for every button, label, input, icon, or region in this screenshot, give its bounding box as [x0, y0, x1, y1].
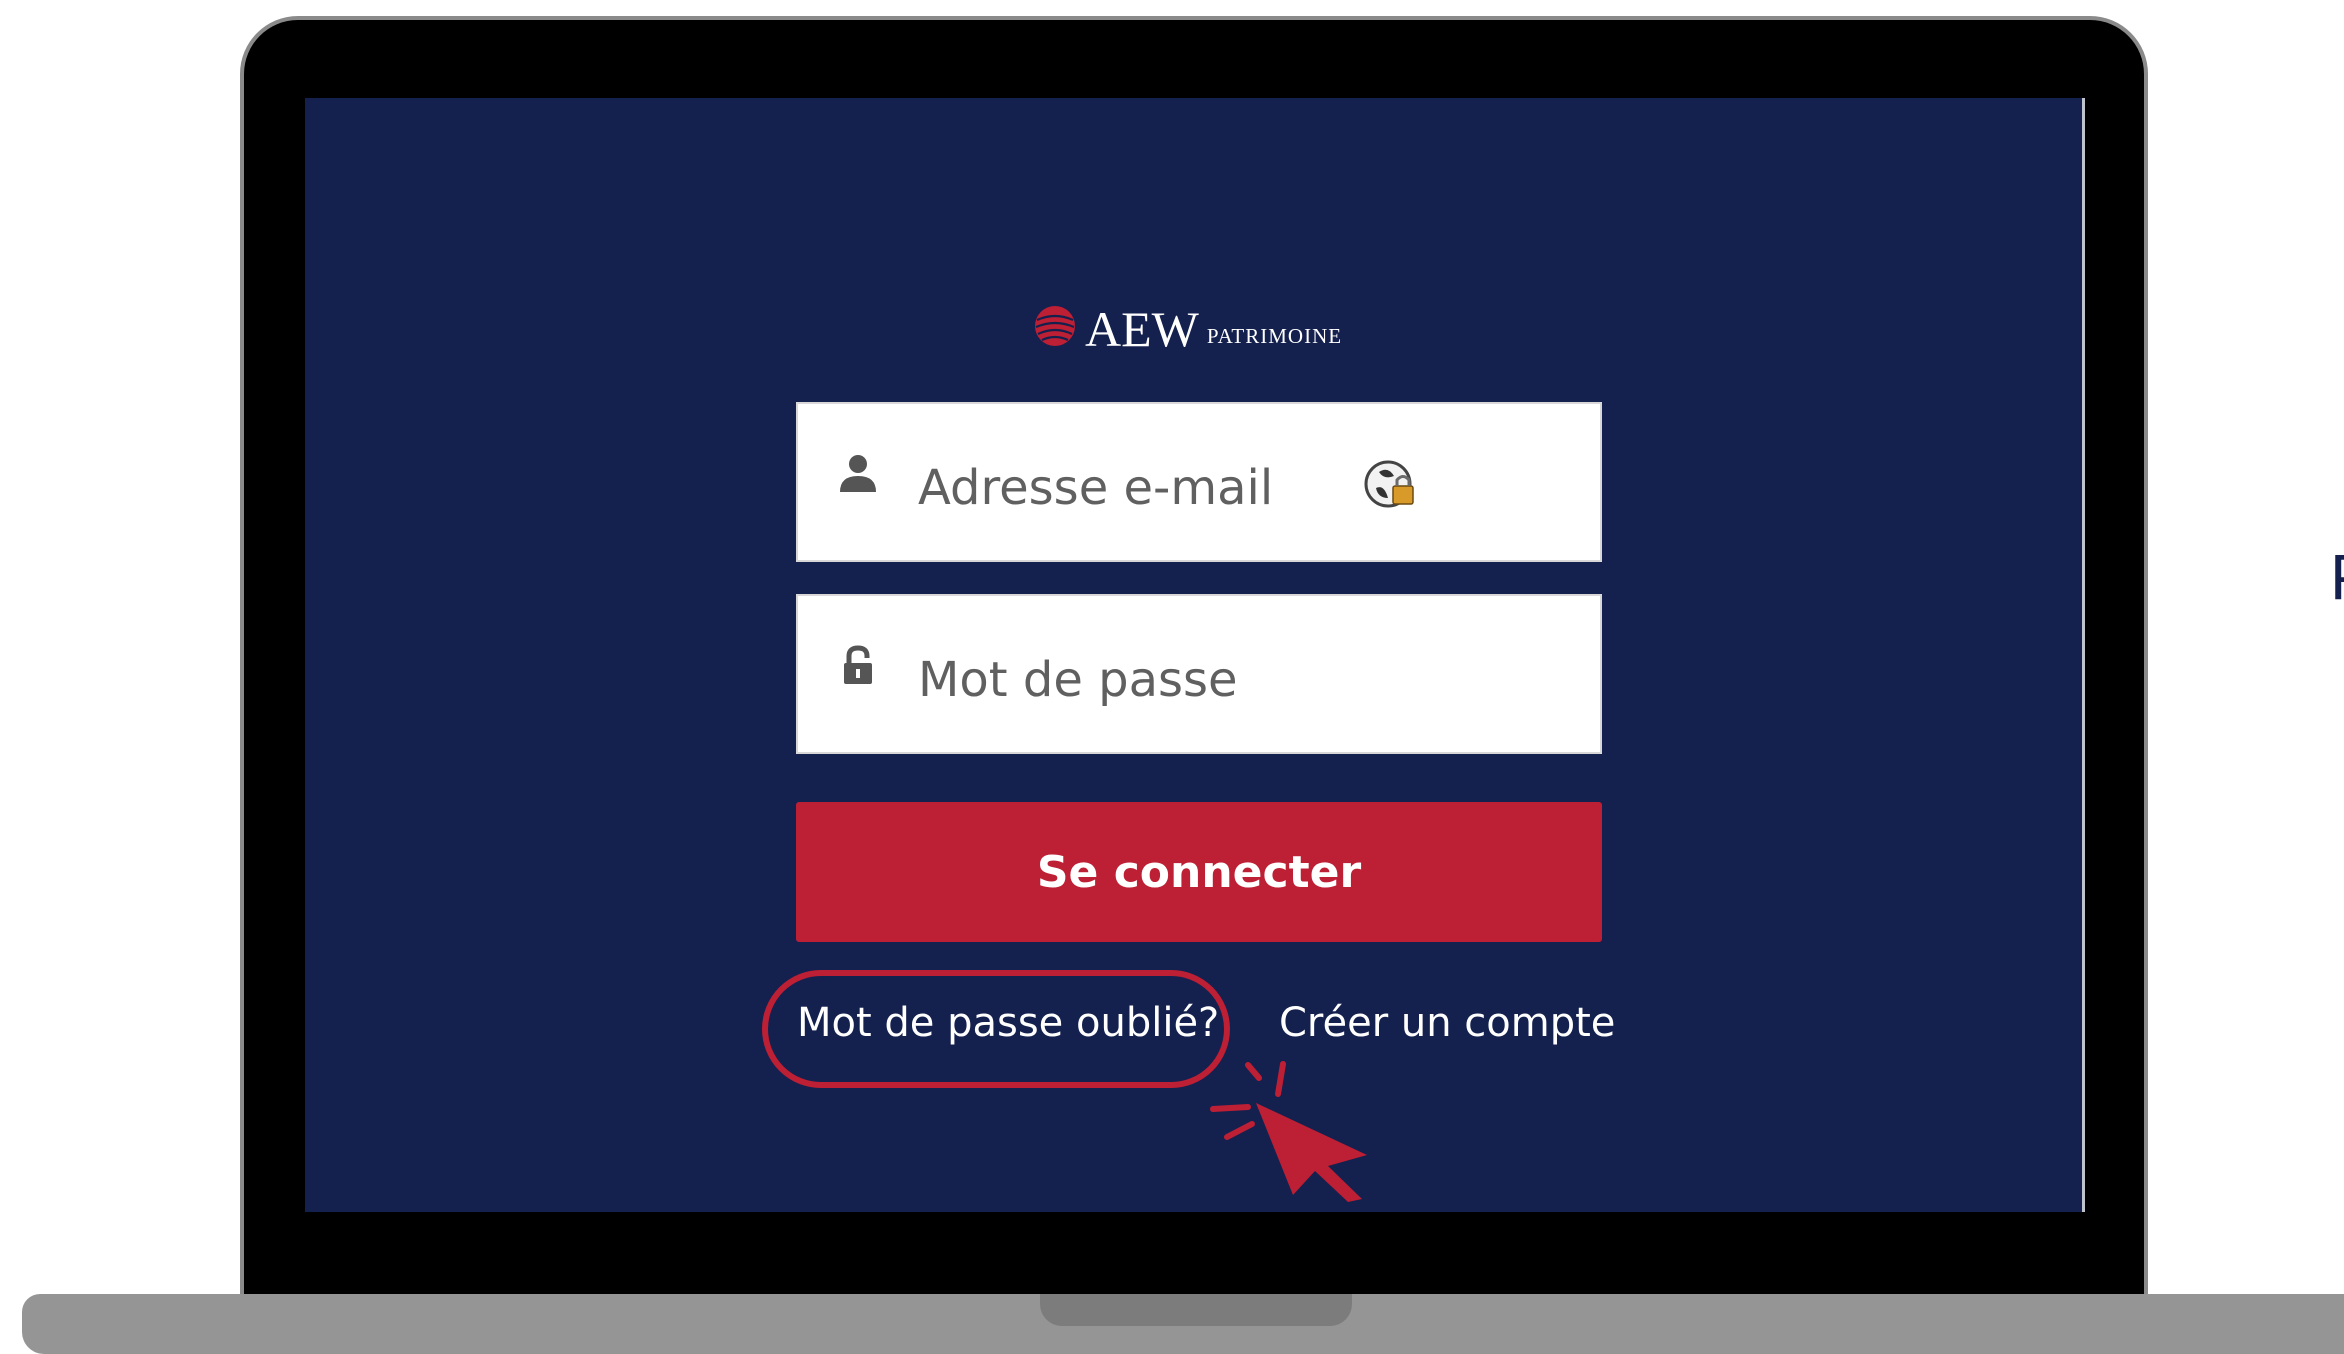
logo-subtext: PATRIMOINE: [1206, 324, 1343, 348]
user-icon: [840, 455, 876, 492]
password-placeholder: Mot de passe: [918, 652, 1238, 708]
password-manager-icon[interactable]: [1364, 458, 1418, 512]
email-field[interactable]: Adresse e-mail: [796, 402, 1602, 562]
aew-logo: AEW PATRIMOINE: [1033, 298, 1342, 354]
forgot-password-link[interactable]: Mot de passe oublié?: [797, 1000, 1219, 1046]
cursor-pointer-icon: [1210, 1061, 1367, 1202]
login-button[interactable]: Se connecter: [796, 802, 1602, 942]
globe-logo-icon: [1035, 306, 1075, 346]
cropped-edge-text: P: [2330, 540, 2344, 614]
laptop-notch: [1040, 1294, 1352, 1326]
lock-icon: [844, 645, 872, 684]
email-placeholder: Adresse e-mail: [918, 460, 1274, 516]
password-field[interactable]: Mot de passe: [796, 594, 1602, 754]
create-account-link[interactable]: Créer un compte: [1279, 1000, 1615, 1046]
logo-text: AEW: [1085, 301, 1199, 357]
